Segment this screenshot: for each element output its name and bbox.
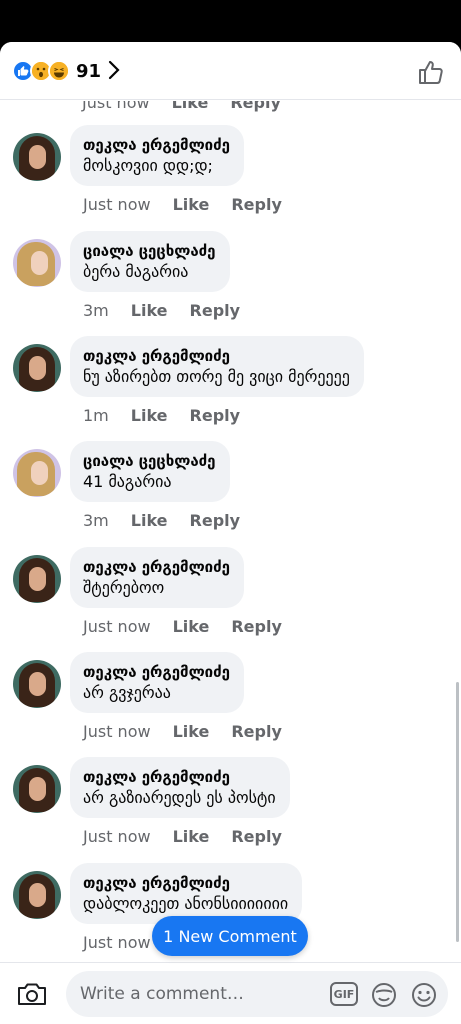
comment-item: ციალა ცეცხლაძე 41 მაგარია 3m Like Reply [0, 441, 461, 546]
reactions-header: 91 [0, 42, 461, 100]
reaction-count: 91 [76, 60, 102, 82]
comment-author[interactable]: თეკლა ერგემლიძე [83, 557, 230, 577]
comment-text: 41 მაგარია [83, 472, 172, 491]
reply-link[interactable]: Reply [190, 406, 241, 425]
comment-item: თეკლა ერგემლიძე ნუ აზირებთ თორე მე ვიცი … [0, 336, 461, 441]
comment-bubble[interactable]: თეკლა ერგემლიძე დაბლოკეეთ ანონსიიიიიიი [70, 863, 303, 924]
comment-author[interactable]: ციალა ცეცხლაძე [83, 451, 216, 471]
avatar[interactable] [13, 239, 61, 287]
comment-author[interactable]: თეკლა ერგემლიძე [83, 662, 230, 682]
comment-input[interactable]: Write a comment… GIF [66, 971, 448, 1017]
avatar[interactable] [13, 449, 61, 497]
reply-link[interactable]: Reply [231, 827, 282, 846]
comment-time: Just now [82, 101, 150, 112]
reply-link[interactable]: Reply [230, 101, 281, 112]
comment-time: Just now [83, 827, 151, 846]
avatar[interactable] [13, 133, 61, 181]
like-link[interactable]: Like [173, 827, 210, 846]
comment-bubble[interactable]: ციალა ცეცხლაძე 41 მაგარია [70, 441, 230, 502]
emoji-icon[interactable] [410, 981, 438, 1009]
comment-time: Just now [83, 617, 151, 636]
comment-bubble[interactable]: ციალა ცეცხლაძე ბერა მაგარია [70, 231, 230, 292]
comment-item: ციალა ცეცხლაძე ბერა მაგარია 3m Like Repl… [0, 231, 461, 336]
like-link[interactable]: Like [172, 101, 209, 112]
gif-icon[interactable]: GIF [330, 982, 358, 1006]
comment-time: 3m [83, 511, 109, 530]
comment-author[interactable]: თეკლა ერგემლიძე [83, 346, 350, 366]
comment-bubble[interactable]: თეკლა ერგემლიძე მოსკოვიი დდ;დ; [70, 125, 244, 186]
comment-time: Just now [83, 722, 151, 741]
comment-composer: Write a comment… GIF [0, 962, 461, 1024]
sticker-icon[interactable] [370, 981, 398, 1009]
comment-time: 1m [83, 406, 109, 425]
comments-sheet: 91 Just now Like Reply თეკლა ერგემლიძე მ… [0, 42, 461, 1024]
comment-bubble[interactable]: თეკლა ერგემლიძე ნუ აზირებთ თორე მე ვიცი … [70, 336, 364, 397]
reply-link[interactable]: Reply [190, 511, 241, 530]
comment-text: დაბლოკეეთ ანონსიიიიიიი [83, 894, 289, 913]
avatar[interactable] [13, 344, 61, 392]
comment-time: Just now [83, 933, 151, 952]
comment-bubble[interactable]: თეკლა ერგემლიძე არ გაზიარედეს ეს პოსტი [70, 757, 290, 818]
like-outline-icon[interactable] [417, 58, 445, 86]
avatar[interactable] [13, 660, 61, 708]
avatar[interactable] [13, 765, 61, 813]
comment-actions: Just now Like Reply [83, 827, 282, 846]
like-link[interactable]: Like [131, 406, 168, 425]
comment-time: 3m [83, 301, 109, 320]
comment-actions: 3m Like Reply [83, 511, 240, 530]
reply-link[interactable]: Reply [231, 722, 282, 741]
comment-item: თეკლა ერგემლიძე არ გვჯერაა Just now Like… [0, 652, 461, 757]
comment-bubble[interactable]: თეკლა ერგემლიძე შტერებოო [70, 547, 244, 608]
comment-author[interactable]: თეკლა ერგემლიძე [83, 873, 288, 893]
scrollbar[interactable] [456, 682, 459, 942]
comment-bubble[interactable]: თეკლა ერგემლიძე არ გვჯერაა [70, 652, 244, 713]
camera-icon[interactable] [16, 980, 48, 1008]
comment-actions: Just now Like Reply [83, 722, 282, 741]
new-comment-button[interactable]: 1 New Comment [152, 916, 308, 956]
like-link[interactable]: Like [131, 301, 168, 320]
like-link[interactable]: Like [173, 722, 210, 741]
like-link[interactable]: Like [173, 617, 210, 636]
comment-text: არ გაზიარედეს ეს პოსტი [83, 788, 276, 807]
comment-actions: 1m Like Reply [83, 406, 240, 425]
comment-actions: 3m Like Reply [83, 301, 240, 320]
comment-time: Just now [83, 195, 151, 214]
comment-text: ბერა მაგარია [83, 262, 189, 281]
comment-author[interactable]: თეკლა ერგემლიძე [83, 135, 230, 155]
comment-input-placeholder: Write a comment… [80, 984, 244, 1004]
reaction-summary[interactable]: 91 [12, 60, 101, 82]
chevron-right-icon[interactable] [104, 58, 124, 82]
avatar[interactable] [13, 555, 61, 603]
comment-text: არ გვჯერაა [83, 683, 171, 702]
like-link[interactable]: Like [173, 195, 210, 214]
comment-item: თეკლა ერგემლიძე მოსკოვიი დდ;დ; Just now … [0, 125, 461, 230]
partial-comment-actions: Just now Like Reply [82, 101, 281, 112]
comment-text: ნუ აზირებთ თორე მე ვიცი მერეეეე [83, 367, 350, 386]
haha-reaction-icon [48, 60, 70, 82]
comment-text: შტერებოო [83, 578, 165, 597]
reply-link[interactable]: Reply [231, 195, 282, 214]
comment-list[interactable]: Just now Like Reply თეკლა ერგემლიძე მოსკ… [0, 101, 461, 962]
comment-author[interactable]: ციალა ცეცხლაძე [83, 241, 216, 261]
reply-link[interactable]: Reply [231, 617, 282, 636]
comment-actions: Just now Like Reply [83, 617, 282, 636]
reply-link[interactable]: Reply [190, 301, 241, 320]
comment-author[interactable]: თეკლა ერგემლიძე [83, 767, 276, 787]
comment-actions: Just now Like Reply [83, 195, 282, 214]
comment-item: თეკლა ერგემლიძე შტერებოო Just now Like R… [0, 547, 461, 652]
comment-text: მოსკოვიი დდ;დ; [83, 156, 213, 175]
comment-actions: Just now [83, 933, 151, 952]
comment-item: თეკლა ერგემლიძე არ გაზიარედეს ეს პოსტი J… [0, 757, 461, 862]
avatar[interactable] [13, 871, 61, 919]
like-link[interactable]: Like [131, 511, 168, 530]
